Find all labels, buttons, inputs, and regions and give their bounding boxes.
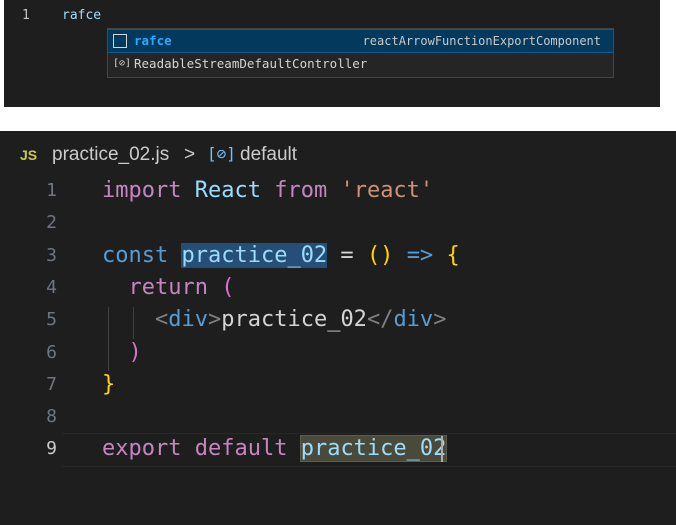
line-number: 9 [46, 438, 57, 459]
code-token: { [446, 243, 460, 268]
suggestion-label: ReadableStreamDefaultController [134, 56, 368, 71]
code-token: default [194, 436, 288, 461]
indent-guide [108, 307, 109, 371]
code-token: ( [221, 275, 235, 300]
code-text[interactable]: import React from 'react' [102, 175, 433, 207]
indent-guide [133, 307, 134, 339]
code-line[interactable]: 9 export default practice_02 [0, 433, 676, 465]
symbol-class-icon: [⊘] [113, 58, 132, 69]
code-token: from [274, 178, 328, 203]
top-editor[interactable]: 1 rafce rafce reactArrowFunctionExportCo… [4, 0, 660, 107]
code-line[interactable]: 4 return ( [0, 272, 676, 304]
suggestion-detail: reactArrowFunctionExportComponent [362, 34, 601, 48]
code-editor[interactable]: JS practice_02.js > [⊘] default 1 import … [0, 131, 676, 525]
code-token: = [327, 243, 367, 268]
previous-line-fragment [22, 0, 82, 3]
suggestion-label: rafce [134, 33, 172, 48]
line-number: 4 [46, 277, 57, 298]
javascript-file-icon: JS [20, 147, 38, 163]
line-number: 1 [22, 8, 30, 23]
code-token: ) [128, 340, 142, 365]
text-cursor [441, 436, 443, 462]
breadcrumb-symbol[interactable]: default [240, 144, 297, 166]
code-token: < [154, 307, 169, 332]
code-token: return [128, 275, 208, 300]
code-text[interactable]: const practice_02 = () => { [102, 240, 460, 272]
code-token: div [393, 307, 434, 332]
line-number: 8 [46, 406, 57, 427]
typed-text[interactable]: rafce [62, 8, 101, 23]
code-line[interactable]: 3 const practice_02 = () => { [0, 240, 676, 272]
line-number: 6 [46, 342, 57, 363]
code-token: > [207, 307, 222, 332]
snippet-icon [113, 34, 127, 48]
code-token: export [102, 436, 182, 461]
code-token: practice_02 [221, 307, 367, 332]
code-token: practice_02 [299, 435, 448, 462]
code-line[interactable]: 7} [0, 369, 676, 401]
code-line[interactable]: 6 ) [0, 337, 676, 369]
code-token: } [102, 372, 116, 397]
suggestion-item[interactable]: [⊘] ReadableStreamDefaultController [108, 53, 613, 75]
code-text[interactable]: export default practice_02 [102, 433, 448, 465]
code-token: React [194, 178, 261, 203]
code-token: () [366, 243, 394, 268]
code-token: 'react' [340, 178, 434, 203]
line-number: 2 [46, 212, 57, 233]
code-line[interactable]: 5 <div>practice_02</div> [0, 304, 676, 336]
code-text[interactable]: <div>practice_02</div> [102, 304, 446, 336]
line-number: 1 [46, 180, 57, 201]
code-text[interactable]: return ( [102, 272, 235, 304]
code-token: div [168, 307, 208, 332]
suggestion-widget[interactable]: rafce reactArrowFunctionExportComponent … [107, 28, 614, 78]
top-editor-snippet: 1 rafce rafce reactArrowFunctionExportCo… [0, 0, 676, 110]
symbol-icon: [⊘] [207, 144, 236, 163]
code-token: </ [366, 307, 394, 332]
code-token: > [433, 307, 447, 332]
code-text[interactable]: } [102, 369, 115, 401]
line-number: 5 [46, 309, 57, 330]
code-line[interactable]: 2 [0, 207, 676, 239]
code-token: const [102, 243, 169, 268]
breadcrumb: JS practice_02.js > [⊘] default [0, 131, 676, 179]
code-token: => [406, 243, 434, 268]
suggestion-item[interactable]: rafce reactArrowFunctionExportComponent [107, 29, 614, 53]
breadcrumb-file[interactable]: practice_02.js [52, 144, 169, 166]
code-line[interactable]: 8 [0, 401, 676, 433]
line-number: 3 [46, 245, 57, 266]
code-token: practice_02 [181, 243, 328, 268]
code-line[interactable]: 1 import React from 'react' [0, 175, 676, 207]
code-token: import [102, 178, 182, 203]
line-number: 7 [46, 374, 57, 395]
chevron-right-icon: > [184, 144, 196, 165]
